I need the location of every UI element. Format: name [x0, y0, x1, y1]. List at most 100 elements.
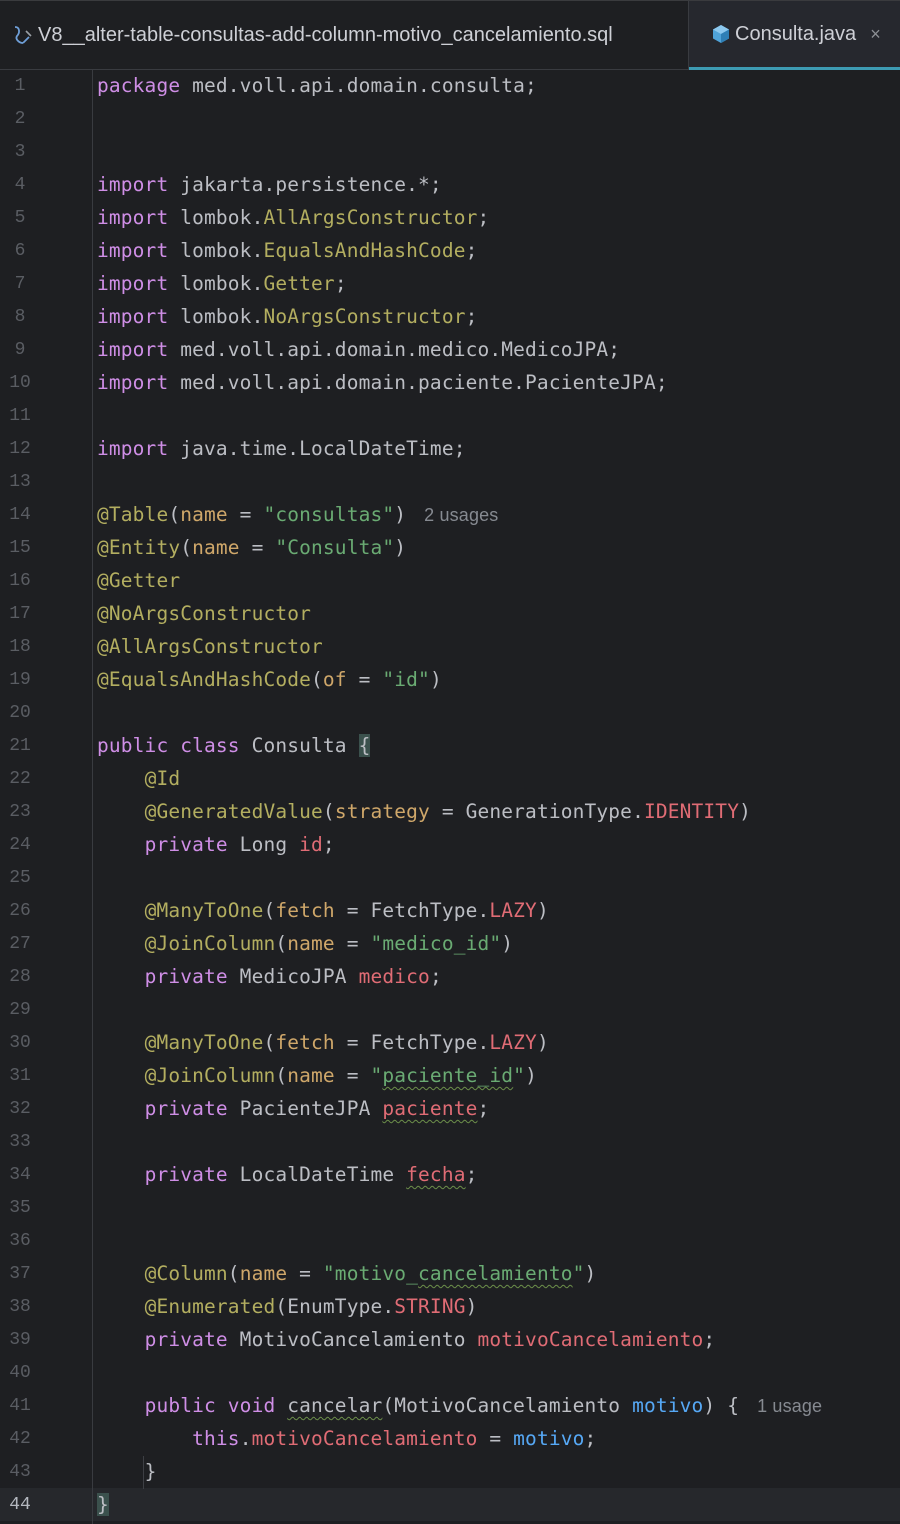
code-line[interactable]: 23 @GeneratedValue(strategy = Generation…	[0, 796, 900, 829]
sql-file-icon	[8, 23, 38, 47]
code-text: @GeneratedValue(strategy = GenerationTyp…	[97, 800, 751, 823]
code-token: import	[97, 437, 169, 460]
code-token: (	[275, 932, 288, 955]
code-line[interactable]: 32 private PacienteJPA paciente;	[0, 1093, 900, 1126]
code-token: ;	[584, 1427, 597, 1450]
code-token: ;	[477, 1097, 490, 1120]
code-line[interactable]: 8 import lombok.NoArgsConstructor;	[0, 301, 900, 334]
usages-hint[interactable]: 2 usages	[424, 505, 498, 525]
code-line[interactable]: 24 private Long id;	[0, 829, 900, 862]
code-token: @Table	[97, 503, 169, 526]
line-number: 12	[9, 439, 31, 459]
line-number: 17	[9, 604, 31, 624]
code-line[interactable]: 37 @Column(name = "motivo_cancelamiento"…	[0, 1258, 900, 1291]
code-line[interactable]: 16 @Getter	[0, 565, 900, 598]
code-line[interactable]: 35	[0, 1192, 900, 1225]
code-token: )	[501, 932, 514, 955]
code-token: @Id	[144, 767, 181, 790]
code-token: import	[97, 338, 169, 361]
code-line[interactable]: 13	[0, 466, 900, 499]
code-line[interactable]: 30 @ManyToOne(fetch = FetchType.LAZY)	[0, 1027, 900, 1060]
code-token: private	[144, 1097, 228, 1120]
code-line[interactable]: 28 private MedicoJPA medico;	[0, 961, 900, 994]
code-line[interactable]: 26 @ManyToOne(fetch = FetchType.LAZY)	[0, 895, 900, 928]
code-token: "consultas"	[263, 503, 395, 526]
code-token: name	[287, 932, 335, 955]
code-token: this	[192, 1427, 240, 1450]
code-text: private MotivoCancelamiento motivoCancel…	[97, 1328, 716, 1351]
code-line[interactable]: 3	[0, 136, 900, 169]
code-token: Consulta	[239, 734, 359, 757]
code-line[interactable]: 31 @JoinColumn(name = "paciente_id")	[0, 1060, 900, 1093]
code-text: import lombok.EqualsAndHashCode;	[97, 239, 478, 262]
usages-hint[interactable]: 1 usage	[757, 1396, 822, 1416]
line-number: 27	[9, 934, 31, 954]
line-number: 21	[9, 736, 31, 756]
code-token: =	[477, 1427, 514, 1450]
code-token: )	[394, 536, 407, 559]
code-line[interactable]: 22 @Id	[0, 763, 900, 796]
line-number: 40	[9, 1363, 31, 1383]
code-line[interactable]: 17 @NoArgsConstructor	[0, 598, 900, 631]
code-line[interactable]: 38 @Enumerated(EnumType.STRING)	[0, 1291, 900, 1324]
close-icon[interactable]: ×	[870, 24, 881, 45]
code-line[interactable]: 15 @Entity(name = "Consulta")	[0, 532, 900, 565]
tab-sql-migration[interactable]: V8__alter-table-consultas-add-column-mot…	[0, 1, 688, 69]
code-text: package med.voll.api.domain.consulta;	[97, 74, 537, 97]
code-line[interactable]: 10 import med.voll.api.domain.paciente.Pa…	[0, 367, 900, 400]
code-token: import	[97, 173, 169, 196]
code-text: public class Consulta {	[97, 734, 371, 757]
code-line[interactable]: 18 @AllArgsConstructor	[0, 631, 900, 664]
line-number: 36	[9, 1231, 31, 1251]
code-token: "	[370, 1064, 383, 1087]
code-line[interactable]: 29	[0, 994, 900, 1027]
code-line[interactable]: 2	[0, 103, 900, 136]
code-editor[interactable]: 1 package med.voll.api.domain.consulta; 2 3…	[0, 70, 900, 1524]
code-token: @ManyToOne	[144, 899, 264, 922]
code-token: (MotivoCancelamiento	[382, 1394, 633, 1417]
code-line[interactable]: 12 import java.time.LocalDateTime;	[0, 433, 900, 466]
code-token: import	[97, 239, 169, 262]
code-token: )	[394, 503, 407, 526]
code-token: ;	[465, 1163, 478, 1186]
code-line[interactable]: 14 @Table(name = "consultas") 2 usages	[0, 499, 900, 532]
code-line[interactable]: 20	[0, 697, 900, 730]
code-line[interactable]: 41 public void cancelar(MotivoCancelamie…	[0, 1390, 900, 1423]
code-line[interactable]: 33	[0, 1126, 900, 1159]
code-line[interactable]: 5 import lombok.AllArgsConstructor;	[0, 202, 900, 235]
code-token: void	[227, 1394, 276, 1417]
code-line[interactable]: 1 package med.voll.api.domain.consulta;	[0, 70, 900, 103]
code-line[interactable]: 21 public class Consulta {	[0, 730, 900, 763]
code-line[interactable]: 36	[0, 1225, 900, 1258]
code-line[interactable]: 40	[0, 1357, 900, 1390]
code-line[interactable]: 43 }	[0, 1456, 900, 1489]
tab-consulta-java[interactable]: Consulta.java ×	[689, 1, 900, 71]
code-token: )	[429, 668, 442, 691]
code-token: ;	[322, 833, 335, 856]
code-token: MotivoCancelamiento	[227, 1328, 478, 1351]
code-line[interactable]: 34 private LocalDateTime fecha;	[0, 1159, 900, 1192]
code-token: paciente	[382, 1097, 478, 1120]
code-line[interactable]: 19 @EqualsAndHashCode(of = "id")	[0, 664, 900, 697]
code-token: cancelamiento	[418, 1262, 573, 1285]
code-line[interactable]: 25	[0, 862, 900, 895]
code-line[interactable]: 4 import jakarta.persistence.*;	[0, 169, 900, 202]
code-token: medico	[358, 965, 430, 988]
code-line[interactable]: 6 import lombok.EqualsAndHashCode;	[0, 235, 900, 268]
code-line[interactable]: 7 import lombok.Getter;	[0, 268, 900, 301]
code-text: import lombok.AllArgsConstructor;	[97, 206, 489, 229]
code-token: @JoinColumn	[144, 932, 276, 955]
code-line[interactable]: 44}	[0, 1489, 900, 1522]
line-number: 31	[9, 1066, 31, 1086]
code-token: @Entity	[97, 536, 181, 559]
code-line[interactable]: 11	[0, 400, 900, 433]
code-line[interactable]: 9 import med.voll.api.domain.medico.Medic…	[0, 334, 900, 367]
code-token: "Consulta"	[275, 536, 395, 559]
code-line[interactable]: 42 this.motivoCancelamiento = motivo;	[0, 1423, 900, 1456]
code-line[interactable]: 39 private MotivoCancelamiento motivoCan…	[0, 1324, 900, 1357]
code-token: motivoCancelamiento	[251, 1427, 478, 1450]
code-token: @GeneratedValue	[144, 800, 323, 823]
code-line[interactable]: 27 @JoinColumn(name = "medico_id")	[0, 928, 900, 961]
